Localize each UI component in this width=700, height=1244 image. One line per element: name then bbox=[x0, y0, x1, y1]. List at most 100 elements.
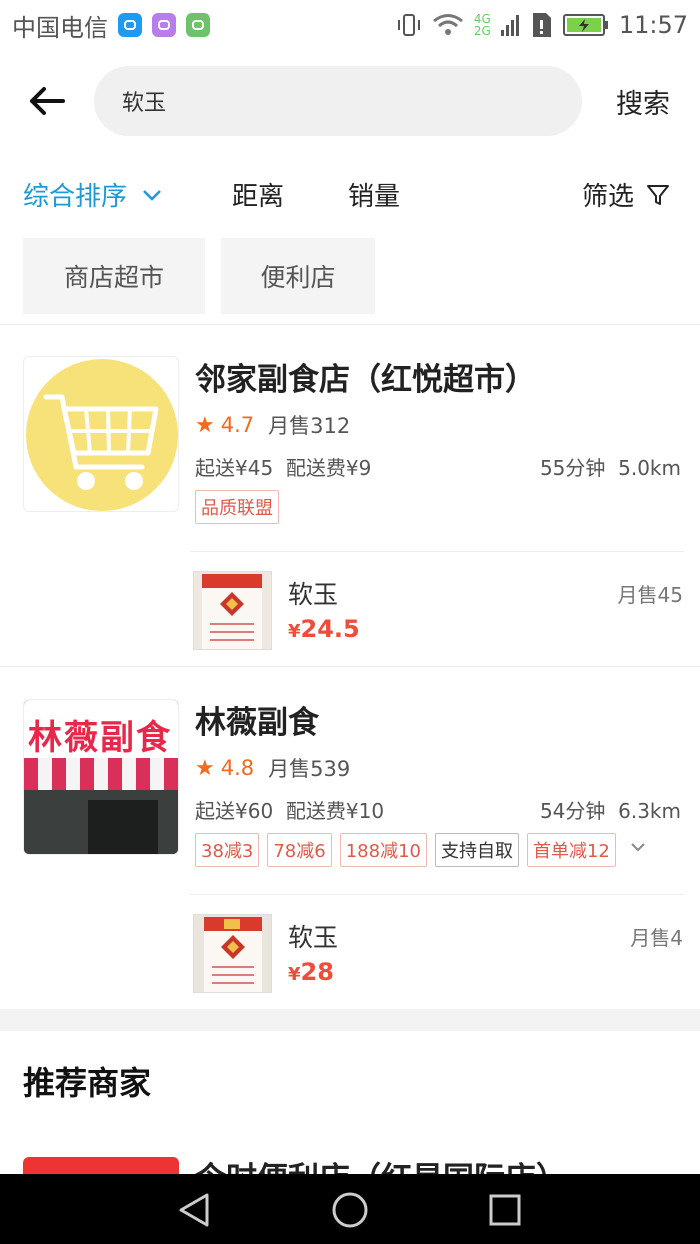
divider bbox=[0, 324, 700, 325]
sort-comprehensive[interactable]: 综合排序 bbox=[23, 176, 163, 213]
rating-row: ★ 4.7 月售312 bbox=[195, 410, 350, 440]
message-notification-icon bbox=[118, 13, 142, 37]
search-button[interactable]: 搜索 bbox=[616, 82, 670, 121]
system-navigation-bar bbox=[0, 1174, 700, 1244]
tag-first-order: 首单减12 bbox=[526, 833, 616, 867]
gallery-notification-icon bbox=[152, 13, 176, 37]
nav-recents-button[interactable] bbox=[486, 1191, 524, 1229]
shop-card[interactable]: 邻家副食店（红悦超市） ★ 4.7 月售312 起送¥45 配送费¥9 55分钟… bbox=[0, 340, 700, 666]
shop-monthly-sales: 月售312 bbox=[268, 414, 351, 438]
filter-label: 筛选 bbox=[582, 182, 635, 212]
funnel-icon bbox=[647, 184, 670, 205]
circle-home-icon bbox=[332, 1192, 368, 1228]
product-item[interactable]: 软玉 ¥24.5 月售45 bbox=[193, 571, 683, 651]
network-type: 4G 2G bbox=[474, 13, 491, 37]
product-name: 软玉 bbox=[288, 923, 339, 952]
vibrate-icon bbox=[397, 14, 420, 36]
wifi-icon bbox=[432, 14, 463, 35]
shop-photo: 林薇副食 bbox=[23, 699, 179, 855]
product-monthly-sales: 月售4 bbox=[630, 926, 683, 950]
back-button[interactable] bbox=[20, 78, 74, 124]
shop-rating: 4.7 bbox=[220, 413, 255, 437]
search-input[interactable]: 软玉 bbox=[94, 66, 582, 136]
shopping-cart-icon bbox=[26, 359, 178, 511]
product-monthly-sales: 月售45 bbox=[617, 583, 683, 607]
chevron-down-icon bbox=[143, 189, 161, 201]
shop-name: 邻家副食店（红悦超市） bbox=[195, 362, 536, 398]
min-order: 起送¥45 bbox=[195, 456, 274, 480]
shop-logo bbox=[23, 356, 179, 512]
shop-tags: 品质联盟 bbox=[195, 490, 279, 524]
delivery-info: 起送¥45 配送费¥9 55分钟 5.0km bbox=[195, 452, 681, 481]
delivery-fee: 配送费¥10 bbox=[285, 799, 385, 823]
product-price: ¥24.5 bbox=[288, 615, 360, 643]
storefront-sign-text: 林薇副食 bbox=[28, 718, 172, 758]
tag-discount: 78减6 bbox=[267, 833, 332, 867]
divider bbox=[190, 551, 684, 552]
star-icon: ★ bbox=[195, 412, 215, 438]
shop-name: 林薇副食 bbox=[195, 705, 319, 741]
sort-bar: 综合排序 距离 销量 筛选 bbox=[0, 168, 700, 220]
delivery-fee: 配送费¥9 bbox=[285, 456, 372, 480]
chevron-down-icon bbox=[631, 843, 645, 852]
delivery-time: 55分钟 bbox=[539, 456, 606, 480]
divider bbox=[190, 894, 684, 895]
chip-store-supermarket[interactable]: 商店超市 bbox=[23, 238, 205, 314]
storefront-sign: 林薇副食 bbox=[24, 700, 178, 758]
awning bbox=[24, 758, 178, 790]
square-recents-icon bbox=[489, 1194, 521, 1226]
product-name: 软玉 bbox=[288, 580, 339, 609]
section-divider bbox=[0, 1009, 700, 1031]
product-image bbox=[193, 571, 272, 650]
sort-comprehensive-label: 综合排序 bbox=[23, 182, 128, 212]
product-item[interactable]: 软玉 ¥28 月售4 bbox=[193, 914, 683, 994]
clock: 11:57 bbox=[618, 11, 688, 39]
currency-symbol: ¥ bbox=[288, 621, 301, 642]
chip-convenience-store[interactable]: 便利店 bbox=[221, 238, 375, 314]
price-value: 28 bbox=[300, 958, 334, 986]
shop-rating: 4.8 bbox=[220, 756, 255, 780]
cigarette-pack-icon bbox=[194, 572, 271, 649]
tag-discount: 38减3 bbox=[195, 833, 260, 867]
distance: 5.0km bbox=[618, 456, 681, 480]
shop-doorway bbox=[88, 800, 158, 854]
shop-monthly-sales: 月售539 bbox=[268, 757, 351, 781]
tag-self-pickup: 支持自取 bbox=[434, 833, 519, 867]
triangle-back-icon bbox=[179, 1193, 209, 1227]
sim-alert-icon bbox=[532, 13, 551, 37]
section-title-recommended: 推荐商家 bbox=[23, 1064, 152, 1102]
shop-card[interactable]: 林薇副食 林薇副食 ★ 4.8 月售539 起送¥60 配送费¥10 54分钟 … bbox=[0, 683, 700, 1009]
star-icon: ★ bbox=[195, 755, 215, 781]
network-2g: 2G bbox=[473, 24, 491, 38]
delivery-info: 起送¥60 配送费¥10 54分钟 6.3km bbox=[195, 795, 681, 824]
shop-photo bbox=[23, 1157, 179, 1174]
currency-symbol: ¥ bbox=[288, 964, 301, 985]
signal-icon bbox=[500, 15, 519, 36]
tag-discount: 188减10 bbox=[339, 833, 427, 867]
divider bbox=[0, 666, 700, 667]
category-chips: 商店超市 便利店 bbox=[0, 238, 700, 316]
expand-tags-button[interactable] bbox=[624, 833, 652, 867]
distance: 6.3km bbox=[618, 799, 681, 823]
battery-icon bbox=[562, 14, 608, 36]
search-header: 软玉 搜索 bbox=[0, 60, 700, 142]
shop-name: 今时便利店（红星国际店） bbox=[195, 1153, 567, 1174]
delivery-time: 54分钟 bbox=[539, 799, 606, 823]
nav-back-button[interactable] bbox=[175, 1191, 213, 1229]
shop-card-partial[interactable]: 今时便利店（红星国际店） bbox=[0, 1150, 700, 1174]
arrow-left-icon bbox=[30, 87, 65, 115]
cigarette-pack-icon bbox=[194, 915, 271, 992]
filter-button[interactable]: 筛选 bbox=[582, 176, 670, 213]
nav-home-button[interactable] bbox=[331, 1191, 369, 1229]
shop-tags: 38减3 78减6 188减10 支持自取 首单减12 bbox=[195, 833, 652, 867]
app-notification-icon bbox=[186, 13, 210, 37]
tag-quality-alliance: 品质联盟 bbox=[195, 490, 279, 524]
sort-distance[interactable]: 距离 bbox=[232, 176, 284, 213]
product-image bbox=[193, 914, 272, 993]
min-order: 起送¥60 bbox=[195, 799, 274, 823]
product-price: ¥28 bbox=[288, 958, 334, 986]
carrier-name: 中国电信 bbox=[12, 13, 108, 42]
sort-sales[interactable]: 销量 bbox=[348, 176, 400, 213]
status-bar: 中国电信 4G 2G 11:57 bbox=[0, 0, 700, 50]
rating-row: ★ 4.8 月售539 bbox=[195, 753, 350, 783]
